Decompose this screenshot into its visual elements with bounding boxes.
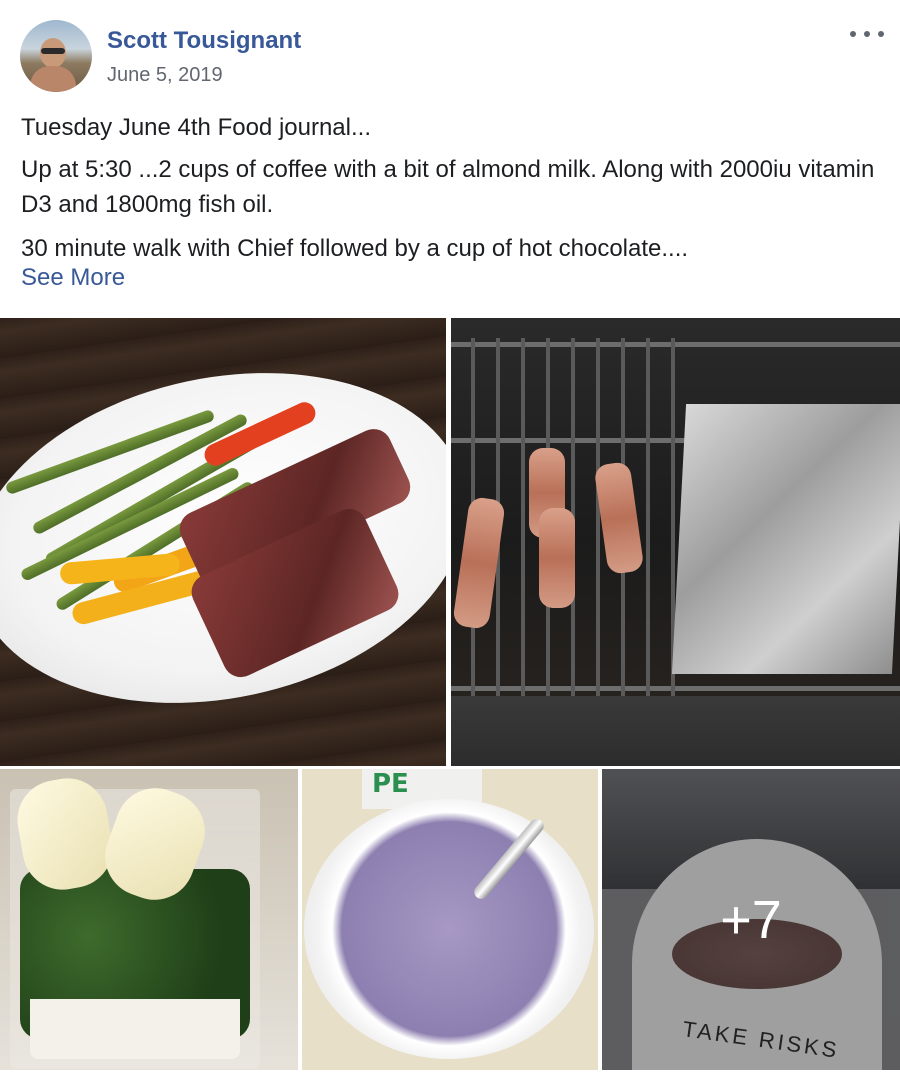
chicken-skewer (539, 508, 575, 608)
photo-blender[interactable] (0, 769, 298, 1070)
photo-yogurt[interactable]: PE (302, 769, 598, 1070)
container-label: PE (372, 769, 409, 799)
more-photos-count: +7 (720, 889, 782, 950)
feed-post: Scott Tousignant June 5, 2019 Tuesday Ju… (0, 0, 900, 1082)
grill-rail (451, 342, 900, 347)
grill-rail (451, 686, 900, 691)
dot (878, 31, 884, 37)
dot (850, 31, 856, 37)
more-options-icon[interactable] (850, 22, 884, 46)
author-avatar[interactable] (20, 20, 92, 92)
yogurt-bowl (304, 799, 594, 1059)
post-text-line: Tuesday June 4th Food journal... (21, 114, 371, 141)
see-more-link[interactable]: See More (21, 264, 125, 292)
grill-bar (521, 338, 525, 696)
grill-front (451, 696, 900, 766)
post-text-line: 30 minute walk with Chief followed by a … (21, 235, 689, 262)
foil-vegetables (671, 404, 900, 674)
avatar-body (30, 66, 76, 92)
almond-milk (30, 999, 240, 1059)
post-text-line: Up at 5:30 ...2 cups of coffee with a bi… (21, 156, 875, 218)
avatar-sunglasses (41, 48, 65, 54)
photo-hot-chocolate[interactable]: TAKE RISKS +7 (602, 769, 900, 1070)
author-name-link[interactable]: Scott Tousignant (107, 27, 301, 55)
dot (864, 31, 870, 37)
photo-plate[interactable] (0, 318, 446, 766)
photo-grill[interactable] (451, 318, 900, 766)
grill-bar (646, 338, 650, 696)
post-timestamp-link[interactable]: June 5, 2019 (107, 64, 223, 87)
more-photos-overlay[interactable]: +7 (602, 769, 900, 1070)
grill-bar (596, 338, 600, 696)
